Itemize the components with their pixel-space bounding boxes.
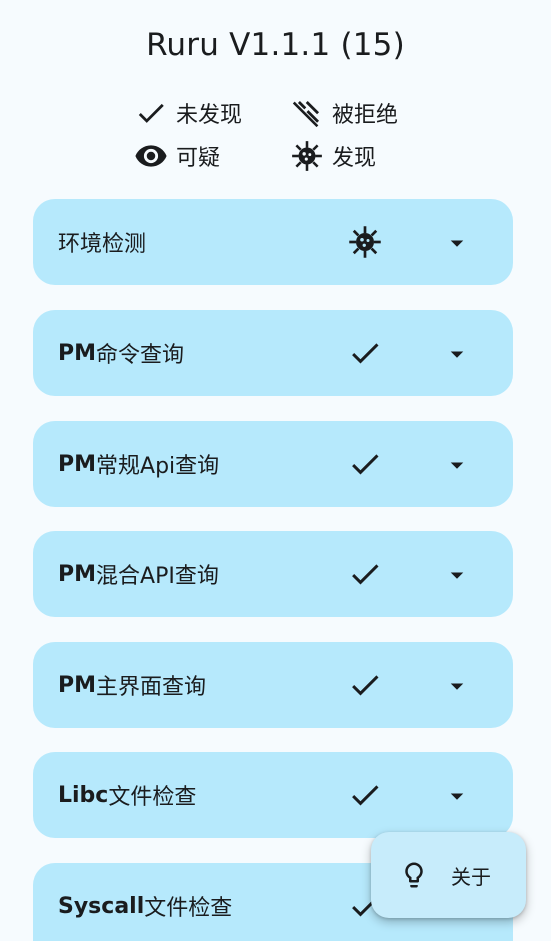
card-label: PM 混合API查询 <box>58 531 219 617</box>
card-prefix: Libc <box>58 782 109 808</box>
card-label: 环境检测 <box>58 199 146 285</box>
legend-label: 可疑 <box>176 146 221 171</box>
arrow-drop-down-icon <box>450 351 464 358</box>
legend-label: 被拒绝 <box>332 103 399 128</box>
card-title: 常规Api查询 <box>96 454 220 479</box>
virus-icon <box>292 141 322 171</box>
status-legend: 未发现 被拒绝 可疑 发现 <box>134 96 434 176</box>
arrow-drop-down-icon <box>450 240 464 247</box>
card-title: 混合API查询 <box>96 564 219 589</box>
card-pm-main-ui-query[interactable]: PM 主界面查询 <box>33 642 513 728</box>
arrow-drop-down-icon <box>450 793 464 800</box>
card-title: 文件检查 <box>108 785 197 810</box>
card-prefix: PM <box>58 451 97 477</box>
card-label: PM 主界面查询 <box>58 642 206 728</box>
virus-icon <box>349 226 381 258</box>
legend-item-suspicious: 可疑 <box>134 139 220 173</box>
lightbulb-icon <box>405 862 423 888</box>
check-icon <box>352 675 379 696</box>
legend-item-found: 发现 <box>290 139 376 173</box>
card-label: PM 命令查询 <box>58 310 184 396</box>
expand-button[interactable] <box>442 781 472 811</box>
card-prefix: PM <box>58 340 97 366</box>
expand-button[interactable] <box>442 450 472 480</box>
check-icon <box>138 103 164 123</box>
fab-label: 关于 <box>451 864 491 889</box>
card-pm-api-query[interactable]: PM 常规Api查询 <box>33 421 513 507</box>
card-environment-check[interactable]: 环境检测 <box>33 199 513 285</box>
card-libc-file-check[interactable]: Libc 文件检查 <box>33 752 513 838</box>
expand-button[interactable] <box>442 560 472 590</box>
legend-label: 未发现 <box>176 103 243 128</box>
card-label: Libc 文件检查 <box>58 752 196 838</box>
card-pm-command-query[interactable]: PM 命令查询 <box>33 310 513 396</box>
card-pm-mixed-api-query[interactable]: PM 混合API查询 <box>33 531 513 617</box>
arrow-drop-down-icon <box>450 683 464 690</box>
card-title: 文件检查 <box>144 896 233 921</box>
legend-item-not-found: 未发现 <box>134 96 242 130</box>
check-icon <box>352 343 379 364</box>
expand-button[interactable] <box>442 228 472 258</box>
app-title: Ruru V1.1.1 (15) <box>146 27 405 63</box>
eye-icon <box>135 145 167 167</box>
card-prefix: PM <box>58 672 97 698</box>
card-status <box>347 777 383 813</box>
eye-off-icon <box>292 100 320 128</box>
card-title: 命令查询 <box>96 343 185 368</box>
check-icon <box>352 785 379 806</box>
card-status <box>347 667 383 703</box>
card-status <box>347 224 383 260</box>
about-fab[interactable]: 关于 <box>371 832 526 918</box>
card-status <box>347 556 383 592</box>
card-label: PM 常规Api查询 <box>58 421 219 507</box>
legend-label: 发现 <box>332 146 377 171</box>
card-prefix: Syscall <box>58 893 145 919</box>
check-icon <box>352 564 379 585</box>
card-label: Syscall 文件检查 <box>58 863 232 941</box>
card-title: 环境检测 <box>58 232 147 257</box>
card-status <box>347 335 383 371</box>
card-prefix: PM <box>58 561 97 587</box>
card-title: 主界面查询 <box>96 675 207 700</box>
check-icon <box>352 454 379 475</box>
arrow-drop-down-icon <box>450 462 464 469</box>
card-status <box>347 446 383 482</box>
arrow-drop-down-icon <box>450 572 464 579</box>
expand-button[interactable] <box>442 671 472 701</box>
legend-item-denied: 被拒绝 <box>290 96 398 130</box>
expand-button[interactable] <box>442 339 472 369</box>
